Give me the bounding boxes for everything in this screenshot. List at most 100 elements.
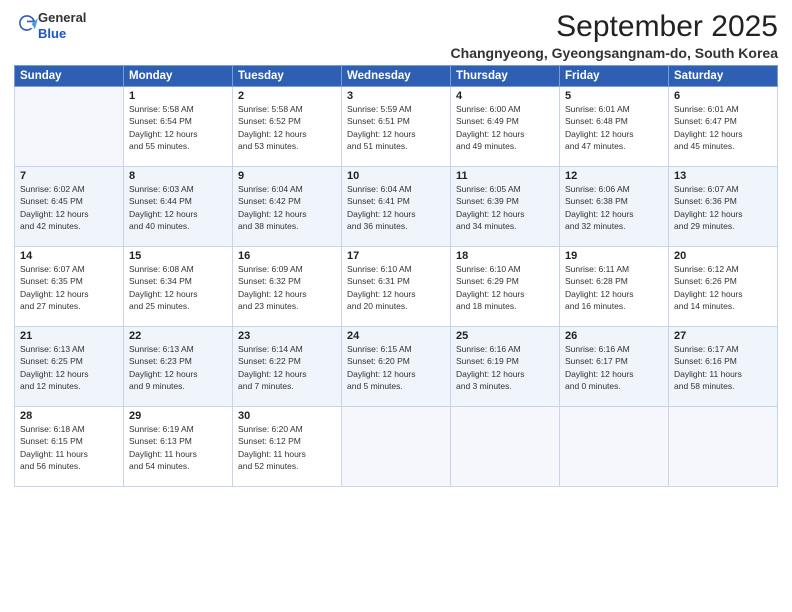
day-number: 17 <box>347 250 445 262</box>
table-row: 16Sunrise: 6:09 AMSunset: 6:32 PMDayligh… <box>233 247 342 327</box>
day-number: 12 <box>565 170 663 182</box>
day-info: Sunrise: 6:15 AMSunset: 6:20 PMDaylight:… <box>347 343 445 392</box>
col-header-friday: Friday <box>560 66 669 87</box>
day-info: Sunrise: 6:10 AMSunset: 6:31 PMDaylight:… <box>347 263 445 312</box>
logo: General Blue <box>14 10 86 41</box>
table-row: 6Sunrise: 6:01 AMSunset: 6:47 PMDaylight… <box>669 87 778 167</box>
table-row: 9Sunrise: 6:04 AMSunset: 6:42 PMDaylight… <box>233 167 342 247</box>
day-info: Sunrise: 6:00 AMSunset: 6:49 PMDaylight:… <box>456 103 554 152</box>
day-number: 4 <box>456 90 554 102</box>
day-number: 3 <box>347 90 445 102</box>
day-number: 7 <box>20 170 118 182</box>
table-row <box>15 87 124 167</box>
day-number: 20 <box>674 250 772 262</box>
table-row: 15Sunrise: 6:08 AMSunset: 6:34 PMDayligh… <box>124 247 233 327</box>
table-row: 3Sunrise: 5:59 AMSunset: 6:51 PMDaylight… <box>342 87 451 167</box>
day-number: 16 <box>238 250 336 262</box>
col-header-sunday: Sunday <box>15 66 124 87</box>
table-row: 24Sunrise: 6:15 AMSunset: 6:20 PMDayligh… <box>342 327 451 407</box>
day-number: 2 <box>238 90 336 102</box>
table-row: 11Sunrise: 6:05 AMSunset: 6:39 PMDayligh… <box>451 167 560 247</box>
calendar-table: SundayMondayTuesdayWednesdayThursdayFrid… <box>14 65 778 487</box>
table-row: 19Sunrise: 6:11 AMSunset: 6:28 PMDayligh… <box>560 247 669 327</box>
day-info: Sunrise: 6:13 AMSunset: 6:23 PMDaylight:… <box>129 343 227 392</box>
table-row <box>669 407 778 487</box>
table-row <box>451 407 560 487</box>
title-block: September 2025 Changnyeong, Gyeongsangna… <box>451 10 778 61</box>
day-info: Sunrise: 6:04 AMSunset: 6:41 PMDaylight:… <box>347 183 445 232</box>
day-number: 10 <box>347 170 445 182</box>
day-info: Sunrise: 6:01 AMSunset: 6:47 PMDaylight:… <box>674 103 772 152</box>
day-info: Sunrise: 6:16 AMSunset: 6:17 PMDaylight:… <box>565 343 663 392</box>
day-number: 22 <box>129 330 227 342</box>
header: General Blue September 2025 Changnyeong,… <box>14 10 778 61</box>
day-info: Sunrise: 6:10 AMSunset: 6:29 PMDaylight:… <box>456 263 554 312</box>
day-info: Sunrise: 6:12 AMSunset: 6:26 PMDaylight:… <box>674 263 772 312</box>
day-info: Sunrise: 6:18 AMSunset: 6:15 PMDaylight:… <box>20 423 118 472</box>
calendar-week-5: 28Sunrise: 6:18 AMSunset: 6:15 PMDayligh… <box>15 407 778 487</box>
header-row: SundayMondayTuesdayWednesdayThursdayFrid… <box>15 66 778 87</box>
calendar-week-2: 7Sunrise: 6:02 AMSunset: 6:45 PMDaylight… <box>15 167 778 247</box>
day-info: Sunrise: 6:14 AMSunset: 6:22 PMDaylight:… <box>238 343 336 392</box>
table-row <box>560 407 669 487</box>
day-number: 24 <box>347 330 445 342</box>
table-row: 5Sunrise: 6:01 AMSunset: 6:48 PMDaylight… <box>560 87 669 167</box>
table-row: 8Sunrise: 6:03 AMSunset: 6:44 PMDaylight… <box>124 167 233 247</box>
day-number: 18 <box>456 250 554 262</box>
day-info: Sunrise: 6:19 AMSunset: 6:13 PMDaylight:… <box>129 423 227 472</box>
day-info: Sunrise: 6:07 AMSunset: 6:35 PMDaylight:… <box>20 263 118 312</box>
day-info: Sunrise: 6:06 AMSunset: 6:38 PMDaylight:… <box>565 183 663 232</box>
day-number: 13 <box>674 170 772 182</box>
day-info: Sunrise: 6:02 AMSunset: 6:45 PMDaylight:… <box>20 183 118 232</box>
day-number: 19 <box>565 250 663 262</box>
table-row: 26Sunrise: 6:16 AMSunset: 6:17 PMDayligh… <box>560 327 669 407</box>
day-number: 26 <box>565 330 663 342</box>
day-info: Sunrise: 6:09 AMSunset: 6:32 PMDaylight:… <box>238 263 336 312</box>
day-info: Sunrise: 6:08 AMSunset: 6:34 PMDaylight:… <box>129 263 227 312</box>
col-header-tuesday: Tuesday <box>233 66 342 87</box>
calendar-week-4: 21Sunrise: 6:13 AMSunset: 6:25 PMDayligh… <box>15 327 778 407</box>
day-info: Sunrise: 5:59 AMSunset: 6:51 PMDaylight:… <box>347 103 445 152</box>
day-number: 1 <box>129 90 227 102</box>
day-number: 25 <box>456 330 554 342</box>
day-info: Sunrise: 6:04 AMSunset: 6:42 PMDaylight:… <box>238 183 336 232</box>
day-info: Sunrise: 6:20 AMSunset: 6:12 PMDaylight:… <box>238 423 336 472</box>
day-number: 23 <box>238 330 336 342</box>
day-number: 30 <box>238 410 336 422</box>
day-number: 8 <box>129 170 227 182</box>
table-row: 2Sunrise: 5:58 AMSunset: 6:52 PMDaylight… <box>233 87 342 167</box>
table-row: 28Sunrise: 6:18 AMSunset: 6:15 PMDayligh… <box>15 407 124 487</box>
table-row: 29Sunrise: 6:19 AMSunset: 6:13 PMDayligh… <box>124 407 233 487</box>
col-header-wednesday: Wednesday <box>342 66 451 87</box>
table-row: 18Sunrise: 6:10 AMSunset: 6:29 PMDayligh… <box>451 247 560 327</box>
day-number: 5 <box>565 90 663 102</box>
day-info: Sunrise: 6:16 AMSunset: 6:19 PMDaylight:… <box>456 343 554 392</box>
day-info: Sunrise: 6:01 AMSunset: 6:48 PMDaylight:… <box>565 103 663 152</box>
table-row: 20Sunrise: 6:12 AMSunset: 6:26 PMDayligh… <box>669 247 778 327</box>
col-header-thursday: Thursday <box>451 66 560 87</box>
day-info: Sunrise: 6:05 AMSunset: 6:39 PMDaylight:… <box>456 183 554 232</box>
logo-icon <box>16 12 38 34</box>
day-info: Sunrise: 6:07 AMSunset: 6:36 PMDaylight:… <box>674 183 772 232</box>
day-number: 29 <box>129 410 227 422</box>
day-info: Sunrise: 6:03 AMSunset: 6:44 PMDaylight:… <box>129 183 227 232</box>
table-row: 21Sunrise: 6:13 AMSunset: 6:25 PMDayligh… <box>15 327 124 407</box>
day-info: Sunrise: 6:17 AMSunset: 6:16 PMDaylight:… <box>674 343 772 392</box>
location: Changnyeong, Gyeongsangnam-do, South Kor… <box>451 45 778 61</box>
day-number: 28 <box>20 410 118 422</box>
table-row: 23Sunrise: 6:14 AMSunset: 6:22 PMDayligh… <box>233 327 342 407</box>
calendar-week-3: 14Sunrise: 6:07 AMSunset: 6:35 PMDayligh… <box>15 247 778 327</box>
table-row: 4Sunrise: 6:00 AMSunset: 6:49 PMDaylight… <box>451 87 560 167</box>
day-number: 11 <box>456 170 554 182</box>
table-row: 12Sunrise: 6:06 AMSunset: 6:38 PMDayligh… <box>560 167 669 247</box>
day-number: 15 <box>129 250 227 262</box>
col-header-saturday: Saturday <box>669 66 778 87</box>
table-row <box>342 407 451 487</box>
table-row: 7Sunrise: 6:02 AMSunset: 6:45 PMDaylight… <box>15 167 124 247</box>
table-row: 17Sunrise: 6:10 AMSunset: 6:31 PMDayligh… <box>342 247 451 327</box>
day-number: 14 <box>20 250 118 262</box>
table-row: 25Sunrise: 6:16 AMSunset: 6:19 PMDayligh… <box>451 327 560 407</box>
logo-text: General Blue <box>38 10 86 41</box>
table-row: 13Sunrise: 6:07 AMSunset: 6:36 PMDayligh… <box>669 167 778 247</box>
table-row: 30Sunrise: 6:20 AMSunset: 6:12 PMDayligh… <box>233 407 342 487</box>
